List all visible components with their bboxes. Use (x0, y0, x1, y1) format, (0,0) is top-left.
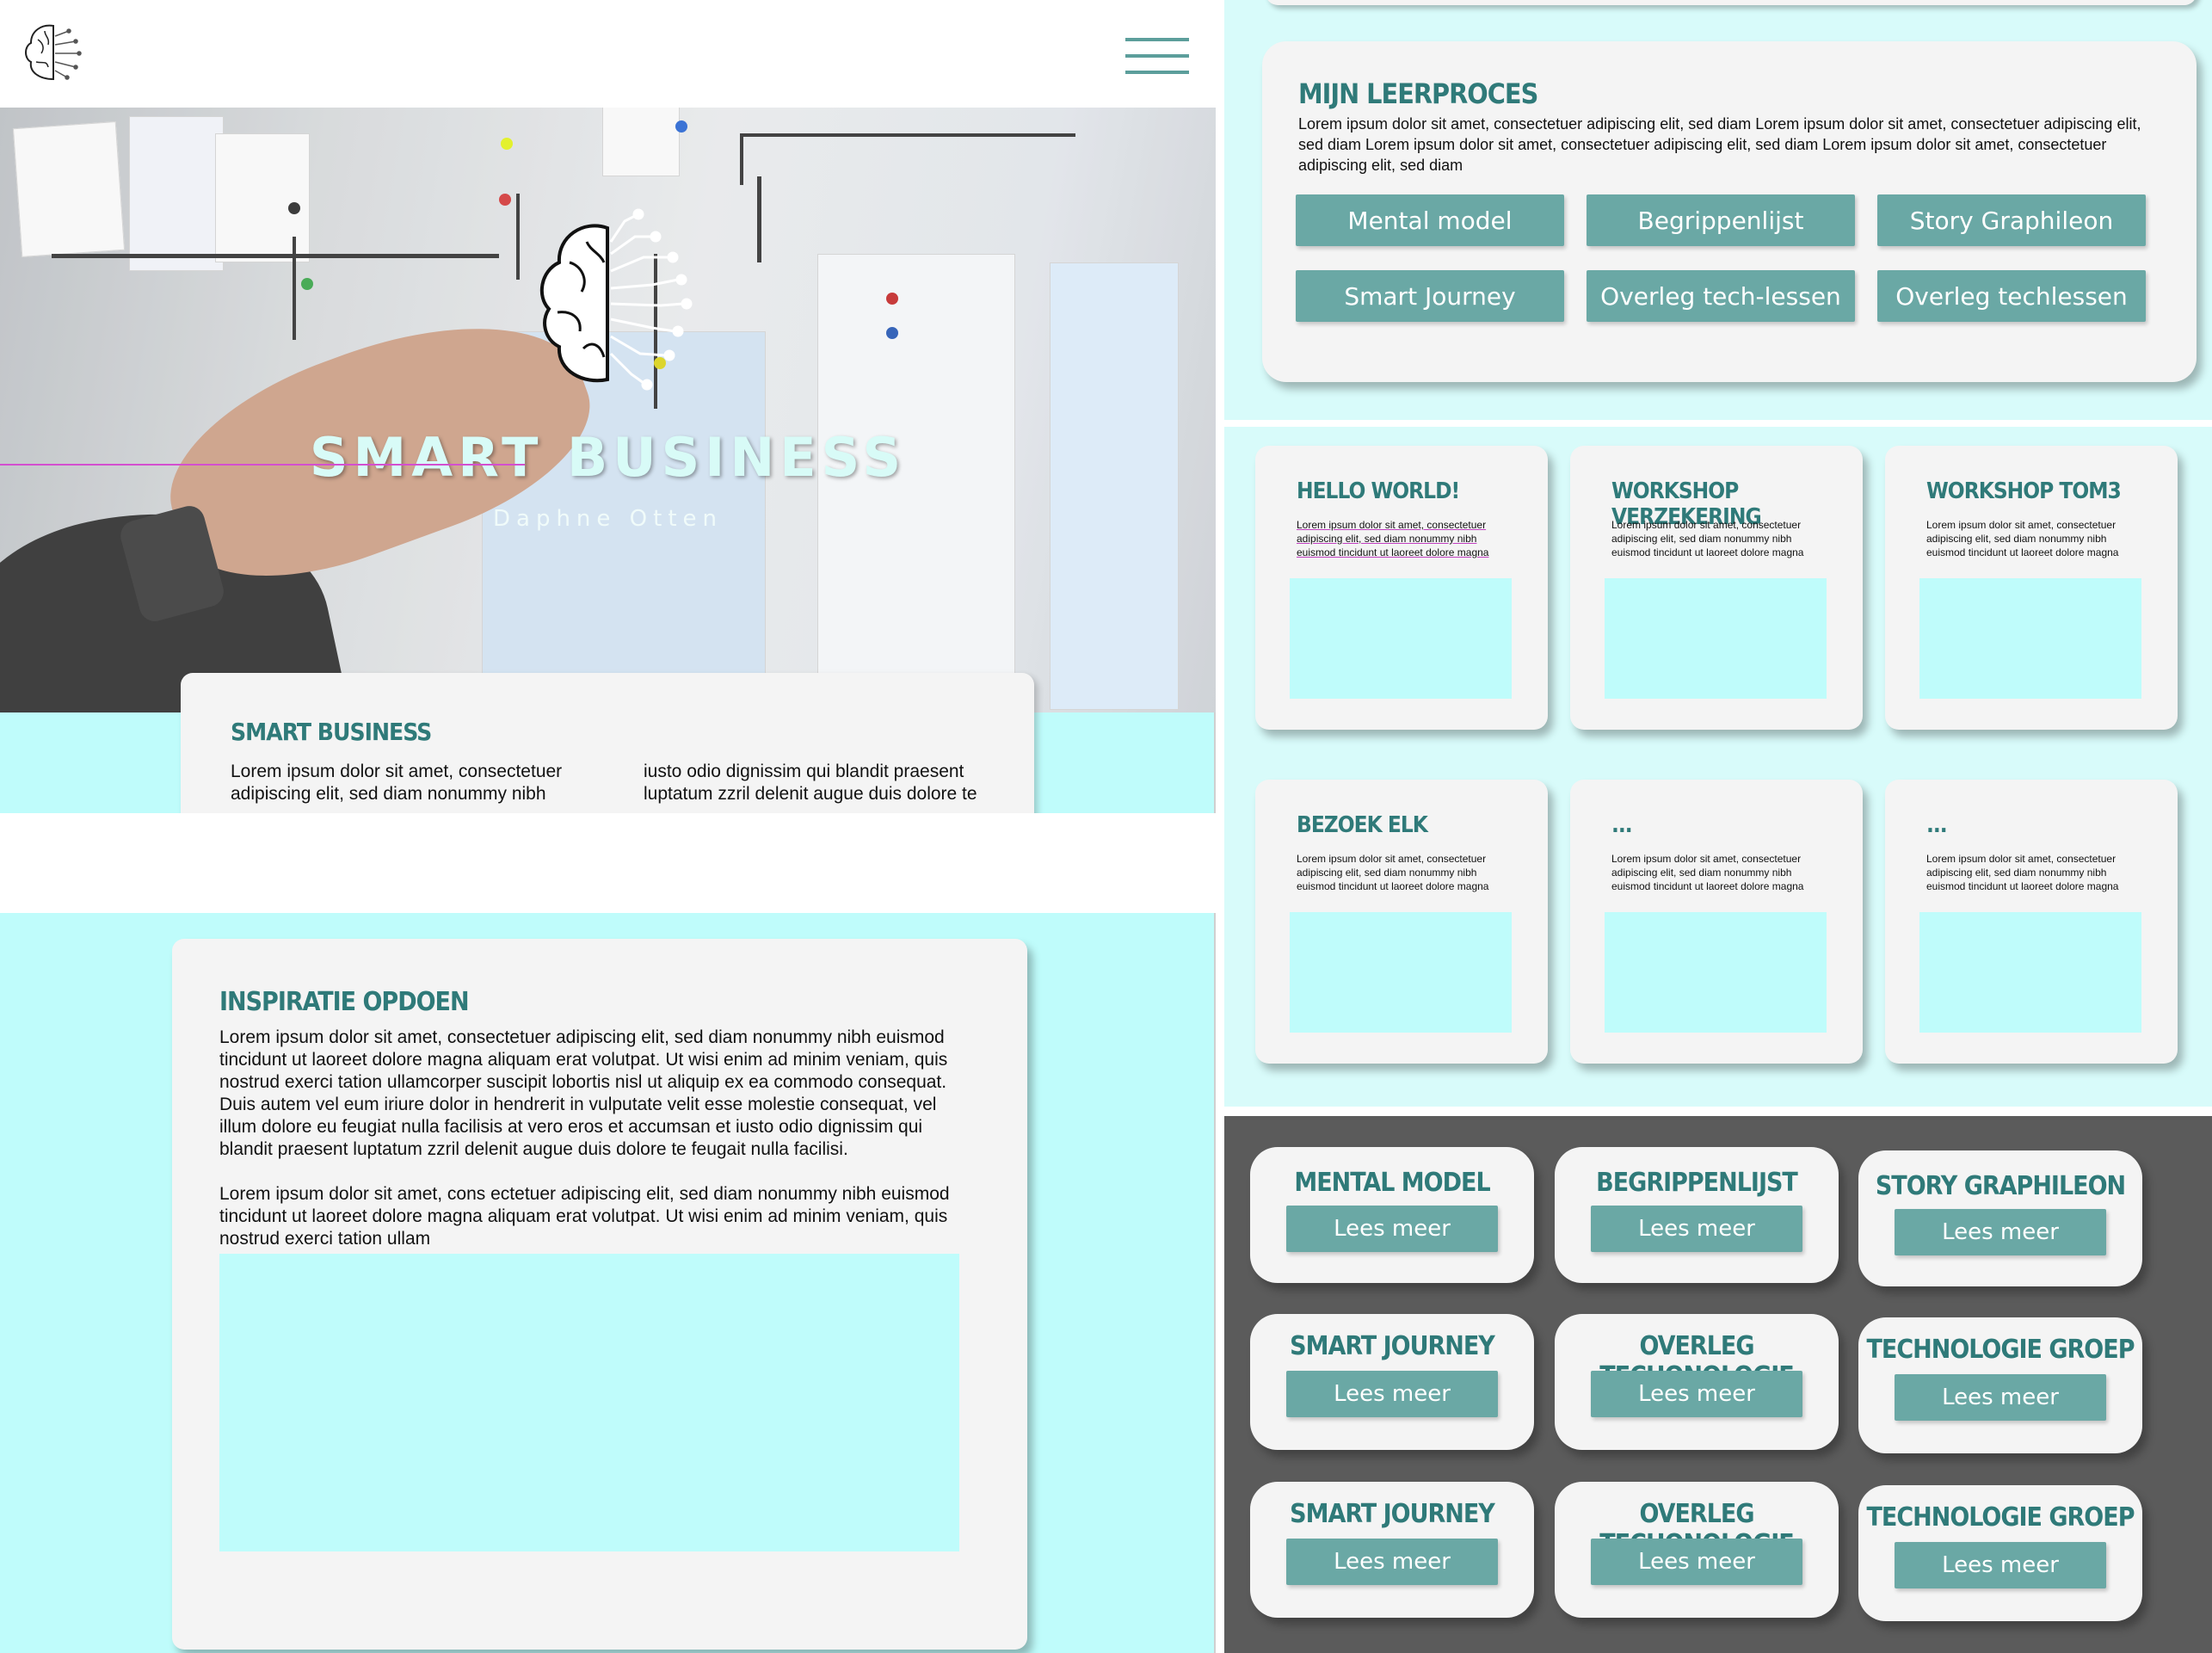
leerproces-title: MIJN LEERPROCES (1298, 77, 1538, 110)
overleg-techlessen-button[interactable]: Overleg techlessen (1877, 270, 2146, 322)
blog-card[interactable]: BEZOEK ELK Lorem ipsum dolor sit amet, c… (1255, 780, 1548, 1064)
lees-meer-button[interactable]: Lees meer (1286, 1539, 1498, 1585)
blog-card-title: WORKSHOP TOM3 (1926, 478, 2122, 504)
smart-journey-button[interactable]: Smart Journey (1296, 270, 1564, 322)
tile-card: OVERLEG TECHONOLOGIE Lees meer (1555, 1482, 1839, 1618)
tile-card: TECHNOLOGIE GROEP Lees meer (1858, 1485, 2142, 1621)
blog-card-snippet: Lorem ipsum dolor sit amet, consectetuer… (1611, 519, 1804, 558)
blog-card[interactable]: HELLO WORLD! Lorem ipsum dolor sit amet,… (1255, 446, 1548, 730)
overleg-tech-lessen-button[interactable]: Overleg tech-lessen (1587, 270, 1855, 322)
blog-card[interactable]: WORKSHOP TOM3 Lorem ipsum dolor sit amet… (1885, 446, 2178, 730)
tile-card: MENTAL MODEL Lees meer (1250, 1147, 1534, 1283)
lees-meer-button[interactable]: Lees meer (1591, 1206, 1802, 1252)
blog-card-title: ... (1926, 812, 1948, 838)
hero-image: SMART BUSINESS Daphne Otten (0, 108, 1216, 712)
tile-card: SMART JOURNEY Lees meer (1250, 1314, 1534, 1450)
lees-meer-button[interactable]: Lees meer (1286, 1206, 1498, 1252)
tiles-section: MENTAL MODEL Lees meer BEGRIPPENLIJST Le… (1224, 1116, 2212, 1653)
tile-card: SMART JOURNEY Lees meer (1250, 1482, 1534, 1618)
inspiratie-body: Lorem ipsum dolor sit amet, consectetuer… (219, 1027, 948, 1159)
lees-meer-button[interactable]: Lees meer (1286, 1371, 1498, 1417)
blog-card[interactable]: WORKSHOP VERZEKERING Lorem ipsum dolor s… (1570, 446, 1863, 730)
site-header (0, 0, 1216, 108)
blog-card-snippet: Lorem ipsum dolor sit amet, consectetuer… (1297, 519, 1489, 558)
blog-card-image (1605, 912, 1827, 1033)
tile-title: SMART JOURNEY (1290, 1331, 1495, 1361)
intro-card-col2: iusto odio dignissim qui blandit praesen… (644, 762, 977, 804)
leerproces-section: MIJN LEERPROCES Lorem ipsum dolor sit am… (1224, 0, 2212, 420)
tile-title: BEGRIPPENLIJST (1596, 1168, 1798, 1198)
hero-subtitle: Daphne Otten (492, 506, 723, 532)
blog-card-image (1290, 578, 1512, 699)
blog-card-image (1290, 912, 1512, 1033)
blog-card[interactable]: ... Lorem ipsum dolor sit amet, consecte… (1570, 780, 1863, 1064)
blog-card-snippet: Lorem ipsum dolor sit amet, consectetuer… (1297, 853, 1489, 892)
lees-meer-button[interactable]: Lees meer (1895, 1374, 2106, 1421)
tile-card: OVERLEG TECHONOLOGIE Lees meer (1555, 1314, 1839, 1450)
blog-section: HELLO WORLD! Lorem ipsum dolor sit amet,… (1224, 427, 2212, 1107)
intro-card-col1: Lorem ipsum dolor sit amet, consectetuer… (231, 762, 563, 804)
tile-title: MENTAL MODEL (1294, 1168, 1490, 1198)
leerproces-body: Lorem ipsum dolor sit amet, consectetuer… (1298, 115, 2141, 174)
inspiratie-section: INSPIRATIE OPDOEN Lorem ipsum dolor sit … (0, 913, 1216, 1653)
blog-card-image (1919, 912, 2141, 1033)
inspiratie-title: INSPIRATIE OPDOEN (219, 987, 470, 1017)
blog-card-snippet: Lorem ipsum dolor sit amet, consectetuer… (1611, 853, 1804, 892)
lees-meer-button[interactable]: Lees meer (1591, 1371, 1802, 1417)
leerproces-card: MIJN LEERPROCES Lorem ipsum dolor sit am… (1262, 41, 2197, 382)
lees-meer-button[interactable]: Lees meer (1591, 1539, 1802, 1585)
blog-card-title: HELLO WORLD! (1297, 478, 1460, 504)
blog-card-title: ... (1611, 812, 1633, 838)
hero-brain-logo (514, 202, 704, 409)
lees-meer-button[interactable]: Lees meer (1895, 1542, 2106, 1588)
inspiratie-card: INSPIRATIE OPDOEN Lorem ipsum dolor sit … (172, 939, 1027, 1650)
inspiratie-image-placeholder (219, 1254, 959, 1551)
blog-card-image (1605, 578, 1827, 699)
blog-card-snippet: Lorem ipsum dolor sit amet, consectetuer… (1926, 853, 2119, 892)
tile-title: TECHNOLOGIE GROEP (1866, 1502, 2135, 1533)
tile-title: SMART JOURNEY (1290, 1499, 1495, 1529)
section-gap (0, 813, 1216, 913)
brain-circuit-icon[interactable] (19, 19, 89, 89)
blog-card[interactable]: ... Lorem ipsum dolor sit amet, consecte… (1885, 780, 2178, 1064)
tile-title: STORY GRAPHILEON (1875, 1171, 2126, 1201)
hero-title: SMART BUSINESS (309, 426, 907, 489)
guide-line (0, 464, 525, 466)
lees-meer-button[interactable]: Lees meer (1895, 1209, 2106, 1255)
inspiratie-body-2: Lorem ipsum dolor sit amet, cons ectetue… (219, 1184, 950, 1249)
tile-card: BEGRIPPENLIJST Lees meer (1555, 1147, 1839, 1283)
story-graphileon-button[interactable]: Story Graphileon (1877, 194, 2146, 246)
left-top-section: SMART BUSINESS Daphne Otten SMART BUSINE… (0, 0, 1216, 845)
blog-card-title: BEZOEK ELK (1297, 812, 1428, 838)
begrippenlijst-button[interactable]: Begrippenlijst (1587, 194, 1855, 246)
blog-card-snippet: Lorem ipsum dolor sit amet, consectetuer… (1926, 519, 2119, 558)
tile-card: TECHNOLOGIE GROEP Lees meer (1858, 1317, 2142, 1453)
intro-card-title: SMART BUSINESS (231, 718, 432, 746)
tile-card: STORY GRAPHILEON Lees meer (1858, 1150, 2142, 1286)
tile-title: TECHNOLOGIE GROEP (1866, 1335, 2135, 1365)
mental-model-button[interactable]: Mental model (1296, 194, 1564, 246)
blog-card-image (1919, 578, 2141, 699)
hamburger-menu-icon[interactable] (1125, 38, 1189, 74)
